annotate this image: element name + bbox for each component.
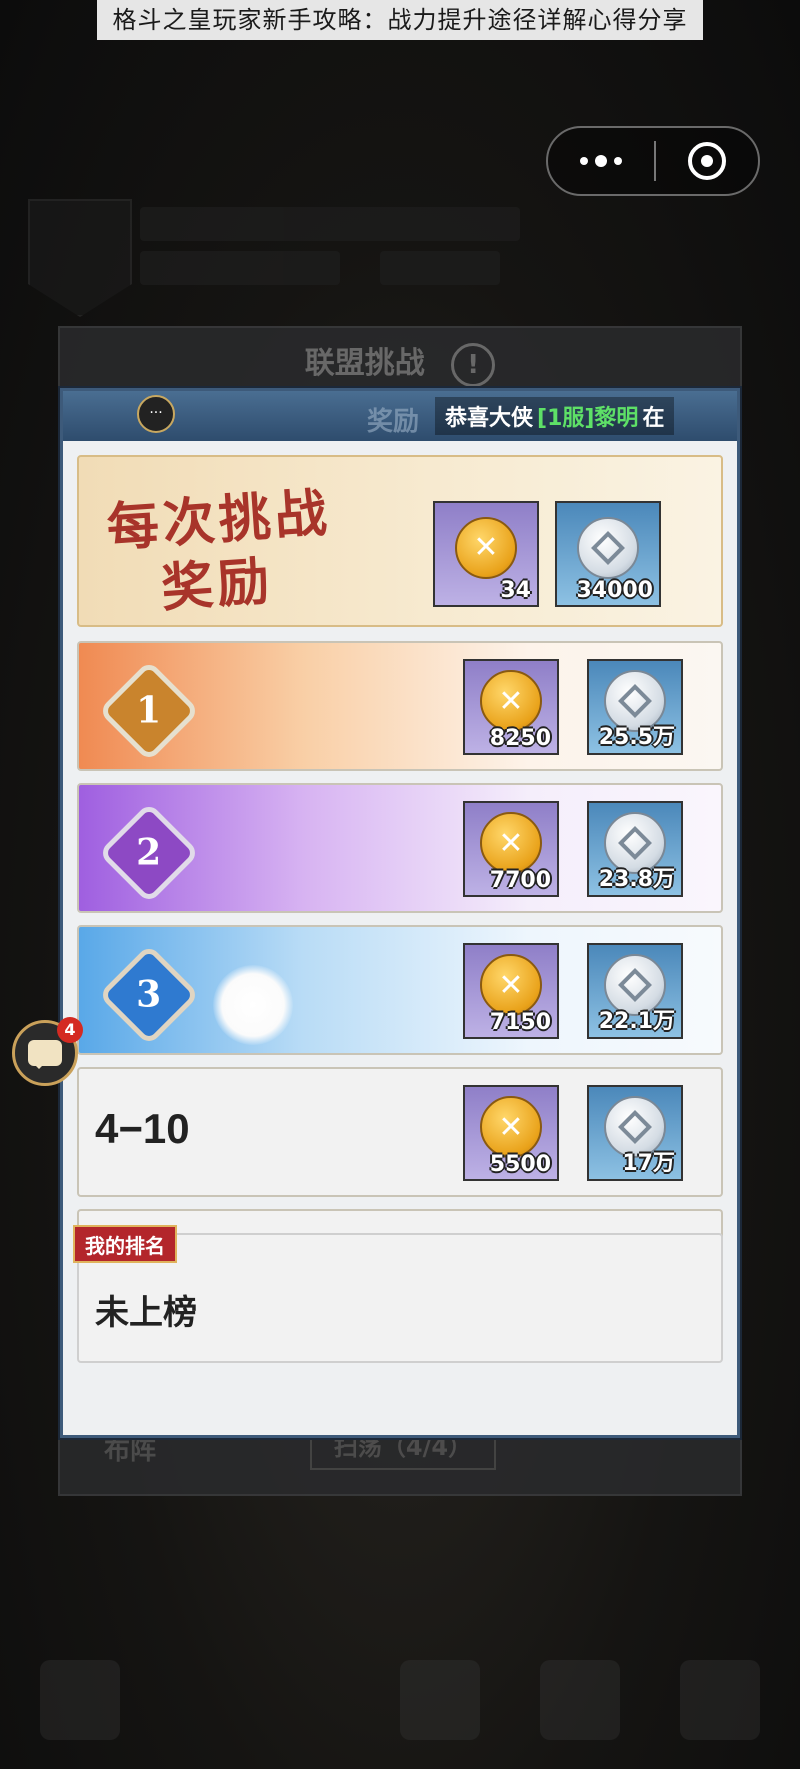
rank-reward-row: 1 ✕ 8250 25.5万 [77, 641, 723, 771]
ticker-player: [1服]黎明 [537, 406, 639, 431]
reward-item-gold[interactable]: ✕ 5500 [463, 1085, 559, 1181]
rank-3-badge-icon: 3 [98, 944, 200, 1046]
unread-count-badge: 4 [57, 1017, 83, 1043]
per-challenge-reward-label: 每次挑战 奖励 [105, 481, 337, 624]
more-dot-icon [580, 157, 588, 165]
item-quantity: 5500 [489, 1152, 551, 1177]
nav-icon[interactable] [540, 1660, 620, 1740]
reward-item-gold[interactable]: ✕ 8250 [463, 659, 559, 755]
reward-item-gold[interactable]: ✕ 7700 [463, 801, 559, 897]
article-title-banner: 格斗之皇玩家新手攻略：战力提升途径详解心得分享 [97, 0, 703, 40]
close-miniprogram-button[interactable] [656, 142, 758, 180]
reward-item-gold[interactable]: ✕ 7150 [463, 943, 559, 1039]
rank-reward-row: 2 ✕ 7700 23.8万 [77, 783, 723, 913]
item-quantity: 23.8万 [598, 867, 675, 892]
broadcast-ticker: 恭喜大侠 [1服]黎明 在 [435, 397, 675, 435]
gold-coin-icon: ✕ [455, 516, 517, 579]
player-stat-bar [380, 251, 500, 285]
player-name-bar [140, 207, 520, 241]
gold-coin-icon: ✕ [480, 670, 542, 733]
rank-1-badge-icon: 1 [98, 660, 200, 762]
info-icon[interactable]: ! [451, 342, 496, 387]
nav-icon[interactable] [680, 1660, 760, 1740]
item-quantity: 17万 [622, 1151, 675, 1176]
nav-icon[interactable] [400, 1660, 480, 1740]
gold-coin-icon: ✕ [480, 954, 542, 1017]
rank-reward-row: 3 ✕ 7150 22.1万 [77, 925, 723, 1055]
reward-item-silver[interactable]: 25.5万 [587, 659, 683, 755]
rank-range-label: 4−10 [95, 1105, 190, 1152]
reward-panel: ··· 奖励 恭喜大侠 [1服]黎明 在 每次挑战 奖励 ✕ 34 34000 … [60, 388, 740, 1438]
reward-item-silver[interactable]: 17万 [587, 1085, 683, 1181]
reward-item-gold[interactable]: ✕ 34 [433, 501, 539, 607]
alliance-challenge-title-text: 联盟挑战 [304, 346, 425, 381]
miniprogram-capsule [546, 126, 760, 196]
more-dot-icon [595, 155, 607, 167]
floating-chat-button[interactable]: 4 [12, 1017, 83, 1086]
my-rank-tag: 我的排名 [73, 1225, 177, 1263]
gold-coin-icon: ✕ [480, 1096, 542, 1159]
player-stat-bar [140, 251, 340, 285]
rank-reward-row: 4−10 ✕ 5500 17万 [77, 1067, 723, 1197]
my-rank-value: 未上榜 [95, 1293, 197, 1333]
rank-2-badge-icon: 2 [98, 802, 200, 904]
reward-item-silver[interactable]: 34000 [555, 501, 661, 607]
bottom-nav [0, 1640, 800, 1769]
chat-bubble-icon [28, 1040, 62, 1069]
silver-coin-icon [577, 516, 639, 579]
chat-icon[interactable]: ··· [137, 395, 175, 433]
item-quantity: 7150 [489, 1010, 551, 1035]
ticker-suffix: 在 [642, 406, 665, 431]
gold-coin-icon: ✕ [480, 812, 542, 875]
reward-item-silver[interactable]: 22.1万 [587, 943, 683, 1039]
item-quantity: 34 [500, 578, 531, 603]
nav-icon[interactable] [40, 1660, 120, 1740]
reward-item-silver[interactable]: 23.8万 [587, 801, 683, 897]
alliance-challenge-title: 联盟挑战 ! [60, 338, 740, 387]
reward-panel-header: ··· 奖励 恭喜大侠 [1服]黎明 在 [63, 391, 737, 441]
item-quantity: 25.5万 [598, 725, 675, 750]
per-challenge-reward-row: 每次挑战 奖励 ✕ 34 34000 [77, 455, 723, 627]
target-icon [688, 142, 726, 180]
player-info-header [0, 95, 560, 317]
ticker-prefix: 恭喜大侠 [445, 406, 534, 431]
item-quantity: 34000 [576, 578, 653, 603]
item-quantity: 8250 [489, 726, 551, 751]
item-quantity: 22.1万 [598, 1009, 675, 1034]
my-rank-panel: 我的排名 未上榜 [73, 1225, 723, 1363]
item-quantity: 7700 [489, 868, 551, 893]
label-line-2: 奖励 [159, 550, 276, 620]
light-glow [213, 965, 293, 1045]
reward-panel-title: 奖励 [367, 407, 420, 437]
more-options-button[interactable] [548, 128, 654, 194]
more-dot-icon [614, 157, 622, 165]
